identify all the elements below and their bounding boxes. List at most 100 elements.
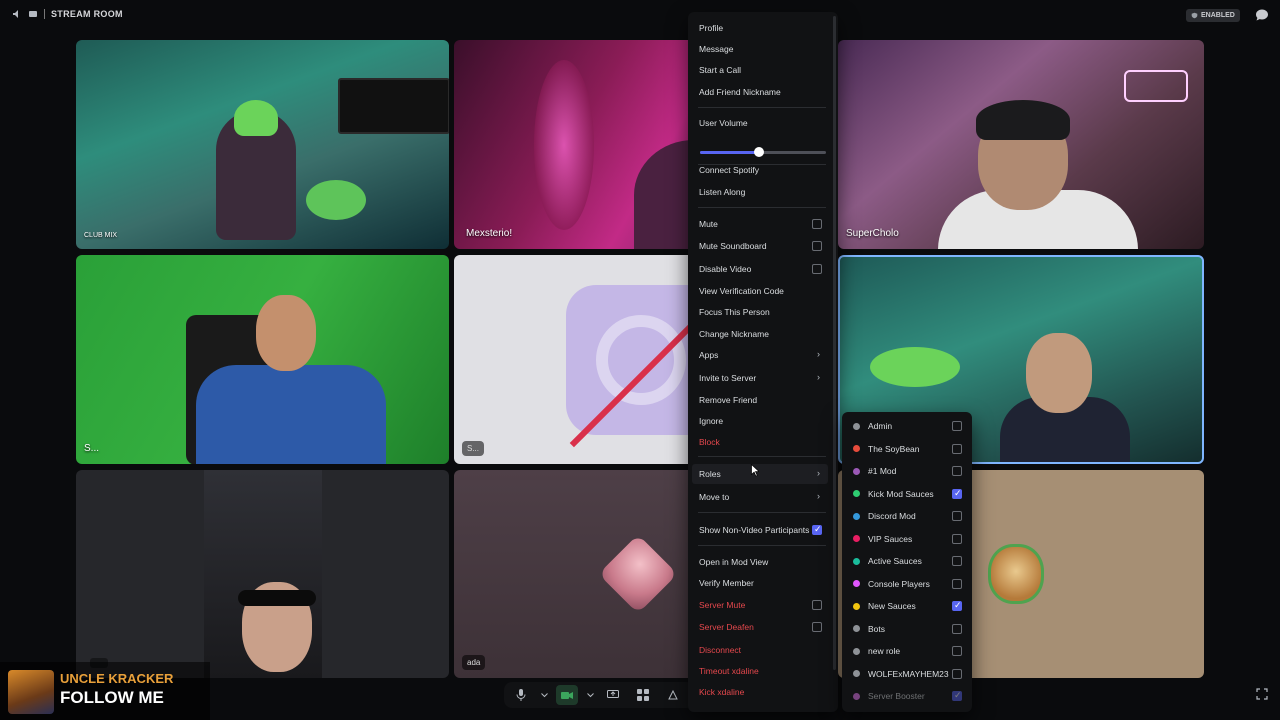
menu-item-invite-server[interactable]: Invite to Server › <box>692 368 828 388</box>
menu-item-label: Kick xdaline <box>699 687 745 697</box>
role-checkbox[interactable] <box>952 556 962 566</box>
menu-item-label: User Volume <box>699 118 748 128</box>
neon-sign <box>1124 70 1188 102</box>
show-non-video-checkbox[interactable] <box>812 524 822 535</box>
enabled-badge[interactable]: ENABLED <box>1186 9 1240 22</box>
menu-item-mute-soundboard[interactable]: Mute Soundboard <box>692 236 828 256</box>
menu-item-move-to[interactable]: Move to › <box>692 487 828 507</box>
menu-item-label: Start a Call <box>699 65 742 75</box>
menu-item-message[interactable]: Message <box>692 39 828 59</box>
role-checkbox[interactable] <box>952 511 962 521</box>
role-checkbox[interactable] <box>952 646 962 656</box>
mute-soundboard-checkbox[interactable] <box>812 241 822 251</box>
soundboard-button[interactable] <box>662 685 684 705</box>
role-item[interactable]: Active Sauces <box>846 551 968 571</box>
menu-item-verify-member[interactable]: Verify Member <box>692 573 828 593</box>
top-bar: STREAM ROOM ENABLED <box>0 0 1280 32</box>
microphone-button[interactable] <box>510 685 532 705</box>
role-label: Bots <box>868 623 886 634</box>
menu-item-open-mod-view[interactable]: Open in Mod View <box>692 552 828 572</box>
menu-item-kick[interactable]: Kick xdaline <box>692 682 828 702</box>
menu-item-profile[interactable]: Profile <box>692 18 828 38</box>
role-item[interactable]: #1 Mod <box>846 461 968 481</box>
role-item[interactable]: New Sauces <box>846 596 968 616</box>
person-body <box>196 365 386 464</box>
role-item[interactable]: Admin <box>846 416 968 436</box>
stage-icon <box>29 11 37 17</box>
role-label: New Sauces <box>868 601 916 611</box>
menu-item-label: Verify Member <box>699 578 754 588</box>
menu-item-connect-spotify[interactable]: Connect Spotify <box>692 160 828 180</box>
menu-item-view-verification[interactable]: View Verification Code <box>692 281 828 301</box>
menu-item-disconnect[interactable]: Disconnect <box>692 640 828 660</box>
menu-item-ignore[interactable]: Ignore <box>692 411 828 431</box>
video-tile-3[interactable]: SuperCholo <box>838 40 1204 249</box>
role-checkbox[interactable] <box>952 623 962 634</box>
role-checkbox[interactable] <box>952 466 962 476</box>
role-item[interactable]: Kick Mod Sauces <box>846 484 968 504</box>
menu-item-listen-along[interactable]: Listen Along <box>692 182 828 202</box>
role-checkbox[interactable] <box>952 533 962 544</box>
menu-item-label: View Verification Code <box>699 286 784 296</box>
video-tile-1[interactable]: CLUB MIX <box>76 40 449 249</box>
volume-knob[interactable] <box>754 147 765 157</box>
role-checkbox[interactable] <box>952 443 962 454</box>
screen-share-button[interactable] <box>602 685 624 705</box>
context-menu-scrollbar[interactable] <box>833 16 836 670</box>
green-hair <box>234 100 278 136</box>
role-item[interactable]: Server Booster <box>846 686 968 706</box>
video-tile-7[interactable] <box>76 470 449 678</box>
menu-item-remove-friend[interactable]: Remove Friend <box>692 390 828 410</box>
role-checkbox[interactable] <box>952 668 962 679</box>
role-item[interactable]: Bots <box>846 619 968 639</box>
menu-item-start-call[interactable]: Start a Call <box>692 60 828 80</box>
menu-item-label: Invite to Server <box>699 373 757 383</box>
role-checkbox[interactable] <box>952 421 962 431</box>
mouse-cursor-icon <box>751 464 759 477</box>
role-color-dot-icon <box>853 467 860 475</box>
menu-item-label: Open in Mod View <box>699 557 769 567</box>
role-item[interactable]: Console Players <box>846 574 968 594</box>
menu-divider <box>698 512 826 513</box>
role-item[interactable]: The SoyBean <box>846 439 968 459</box>
role-item[interactable]: Discord Mod <box>846 506 968 526</box>
role-checkbox[interactable] <box>952 488 962 499</box>
camera-options-chevron[interactable] <box>586 685 594 705</box>
menu-item-add-nickname[interactable]: Add Friend Nickname <box>692 82 828 102</box>
role-item[interactable]: WOLFExMAYHEM23 <box>846 664 968 684</box>
role-checkbox[interactable] <box>952 690 962 701</box>
role-label: VIP Sauces <box>868 533 913 544</box>
menu-item-focus-person[interactable]: Focus This Person <box>692 302 828 322</box>
menu-item-disable-video[interactable]: Disable Video <box>692 259 828 279</box>
menu-item-server-mute[interactable]: Server Mute <box>692 595 828 615</box>
menu-item-timeout[interactable]: Timeout xdaline <box>692 661 828 681</box>
server-mute-checkbox[interactable] <box>812 600 822 610</box>
chat-icon[interactable] <box>1255 8 1269 22</box>
menu-item-change-nickname[interactable]: Change Nickname <box>692 324 828 344</box>
mic-options-chevron[interactable] <box>540 685 548 705</box>
mute-checkbox[interactable] <box>812 219 822 229</box>
role-item[interactable]: new role <box>846 641 968 661</box>
menu-item-roles[interactable]: Roles › <box>692 464 828 484</box>
user-context-menu: Profile Message Start a Call Add Friend … <box>688 12 838 712</box>
menu-item-server-deafen[interactable]: Server Deafen <box>692 617 828 637</box>
role-label: Admin <box>868 421 893 431</box>
role-checkbox[interactable] <box>952 600 962 611</box>
menu-item-mute[interactable]: Mute <box>692 214 828 234</box>
cheetah-avatar <box>988 544 1044 604</box>
activities-button[interactable] <box>632 685 654 705</box>
menu-item-apps[interactable]: Apps › <box>692 345 828 365</box>
video-tile-4[interactable]: S... <box>76 255 449 464</box>
menu-item-block[interactable]: Block <box>692 432 828 452</box>
user-volume-slider[interactable] <box>700 147 826 157</box>
role-checkbox[interactable] <box>952 578 962 589</box>
menu-item-show-non-video[interactable]: Show Non-Video Participants <box>692 520 828 540</box>
camera-button[interactable] <box>556 685 578 705</box>
server-deafen-checkbox[interactable] <box>812 622 822 632</box>
role-color-dot-icon <box>853 557 860 565</box>
fullscreen-icon[interactable] <box>1256 688 1268 700</box>
person-head <box>1026 333 1092 413</box>
disable-video-checkbox[interactable] <box>812 264 822 274</box>
role-item[interactable]: VIP Sauces <box>846 529 968 549</box>
menu-item-label: Remove Friend <box>699 395 758 405</box>
